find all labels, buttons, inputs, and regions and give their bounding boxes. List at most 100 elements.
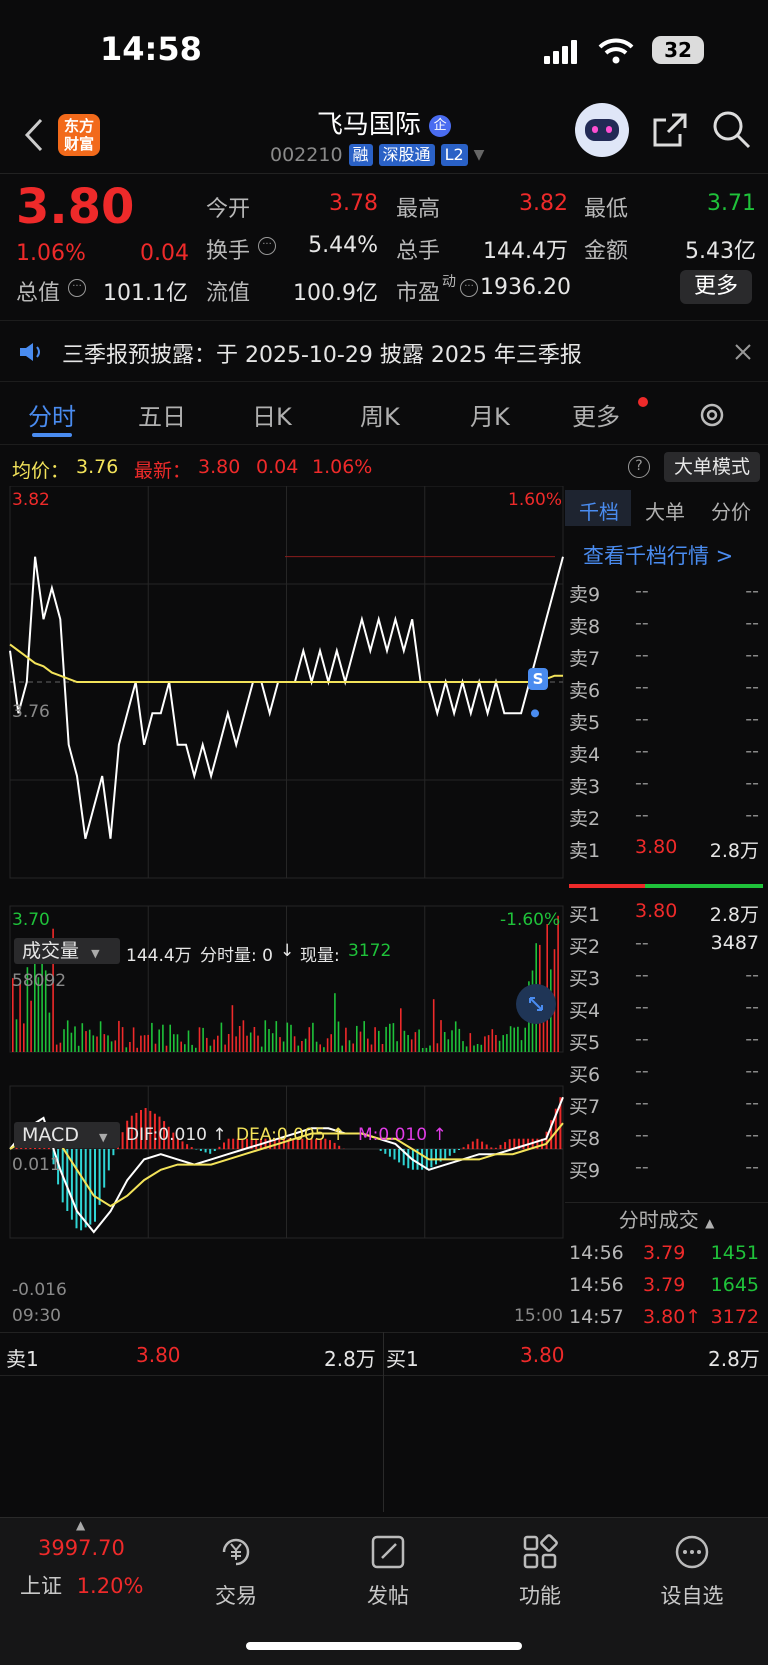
volume-bar [70, 1032, 73, 1052]
buy-level-row[interactable]: 买4 -- -- [569, 990, 765, 1024]
info-icon[interactable]: ··· [68, 279, 86, 297]
volume-bar [451, 1030, 453, 1052]
sell-level-row[interactable]: 卖5 -- -- [569, 702, 765, 736]
sell-level-row[interactable]: 卖3 -- -- [569, 766, 765, 800]
volume-bar [370, 1044, 373, 1052]
macd-histogram-bar [227, 1138, 230, 1150]
help-icon[interactable]: ? [628, 456, 650, 478]
share-icon[interactable] [652, 112, 688, 148]
more-button[interactable]: 更多 [680, 270, 752, 304]
sell-level-row[interactable]: 卖2 -- -- [569, 798, 765, 832]
close-icon[interactable] [734, 343, 752, 361]
level-volume: -- [745, 1092, 759, 1114]
buy-level-row[interactable]: 买1 3.80 2.8万 [569, 894, 765, 928]
macd-histogram-bar [494, 1147, 497, 1149]
nav-functions[interactable]: 功能 [480, 1532, 600, 1610]
buy-level-row[interactable]: 买3 -- -- [569, 958, 765, 992]
volume-bar [378, 1030, 380, 1052]
tick-trades-header[interactable]: 分时成交 ▲ [565, 1202, 768, 1236]
sell-level-row[interactable]: 卖7 -- -- [569, 638, 765, 672]
sell-level-row[interactable]: 卖6 -- -- [569, 670, 765, 704]
level-label: 卖2 [569, 808, 601, 830]
volume-bar [136, 1047, 138, 1052]
macd-histogram-bar [218, 1146, 221, 1150]
volume-bar [110, 1041, 113, 1052]
tab-daily[interactable]: 日K [252, 397, 292, 432]
view-depth-link[interactable]: 查看千档行情 > [583, 540, 733, 570]
intraday-chart[interactable] [0, 486, 565, 1326]
info-icon[interactable]: ··· [460, 279, 478, 297]
volume-bar [187, 1030, 190, 1052]
volume-bar [400, 1008, 402, 1052]
settings-gear-icon[interactable] [696, 399, 728, 431]
expand-icon[interactable] [516, 984, 556, 1024]
tab-more[interactable]: 更多 [572, 397, 620, 432]
volume-bar [301, 1041, 303, 1052]
volume-bar [315, 1041, 318, 1052]
tab-monthly[interactable]: 月K [470, 397, 510, 432]
stock-code-row[interactable]: 002210 融 深股通 L2 ▼ [270, 143, 484, 167]
sell-level-row[interactable]: 卖4 -- -- [569, 734, 765, 768]
latest-label: 最新： [134, 460, 192, 482]
trade-price: 3.79 [643, 1274, 686, 1296]
buy-level-row[interactable]: 买5 -- -- [569, 1022, 765, 1056]
volume-indicator-select[interactable]: 成交量 ▼ [14, 938, 120, 964]
info-icon[interactable]: ··· [258, 237, 276, 255]
volume-bar [224, 1044, 226, 1052]
tab-big-order[interactable]: 大单 [645, 496, 685, 525]
tab-price-dist[interactable]: 分价 [711, 496, 751, 525]
volume-bar [557, 915, 559, 1052]
macd-histogram-bar [388, 1149, 391, 1157]
volume-bar [246, 1035, 248, 1052]
sell-level-row[interactable]: 卖9 -- -- [569, 574, 765, 608]
macd-indicator-select[interactable]: MACD ▼ [14, 1122, 120, 1148]
sell-signal-marker[interactable]: S [528, 668, 548, 690]
volume-bar [385, 1026, 387, 1052]
battery-icon: 32 [652, 36, 704, 64]
volume-bar [469, 1033, 472, 1052]
volume-bar [293, 1036, 296, 1052]
volume-bar [509, 1026, 512, 1052]
index-ticker[interactable]: 3997.70 上证 1.20% [20, 1536, 160, 1600]
volume-bar [19, 983, 21, 1052]
level-label: 卖1 [569, 840, 601, 862]
tab-5day[interactable]: 五日 [138, 397, 186, 432]
volume-bar [319, 1044, 321, 1052]
nav-post[interactable]: 发帖 [328, 1532, 448, 1610]
macd-histogram-bar [75, 1149, 78, 1229]
sell-level-row[interactable]: 卖8 -- -- [569, 606, 765, 640]
level-volume: -- [745, 580, 759, 602]
buy-level-row[interactable]: 买2 -- 3487 [569, 926, 765, 960]
volume-bar [502, 1035, 504, 1052]
buy-level-row[interactable]: 买8 -- -- [569, 1118, 765, 1152]
buy-level-row[interactable]: 买9 -- -- [569, 1150, 765, 1184]
latest-pct: 1.06% [312, 456, 373, 478]
assistant-robot-icon[interactable] [575, 103, 629, 157]
big-order-mode-button[interactable]: 大单模式 [664, 452, 760, 482]
notice-bar[interactable]: 三季报预披露：于 2025-10-29 披露 2025 年三季报 [0, 320, 768, 382]
macd-histogram-bar [89, 1149, 92, 1225]
buy-level-row[interactable]: 买6 -- -- [569, 1054, 765, 1088]
sell-level-row[interactable]: 卖1 3.80 2.8万 [569, 830, 765, 864]
buy-level-row[interactable]: 买7 -- -- [569, 1086, 765, 1120]
volume-bar [154, 1043, 157, 1052]
macd-histogram-bar [448, 1149, 451, 1156]
total-value: 101.1亿 [103, 281, 188, 306]
volume-bar [96, 1036, 98, 1052]
volume-bar [282, 1041, 285, 1052]
volume-bar [337, 1021, 340, 1052]
tab-intraday[interactable]: 分时 [28, 397, 76, 432]
wifi-icon [598, 38, 634, 64]
tab-weekly[interactable]: 周K [360, 397, 400, 432]
volume-bar [341, 1045, 343, 1052]
search-icon[interactable] [712, 110, 752, 150]
sell-strength-bar [569, 884, 645, 888]
nav-trade[interactable]: 交易 [176, 1532, 296, 1610]
volume-bar [447, 1039, 450, 1052]
volume-bar [217, 1035, 219, 1052]
volume-bar [88, 1029, 91, 1052]
volume-bar [517, 1026, 519, 1052]
nav-add-watchlist[interactable]: 设自选 [632, 1532, 752, 1610]
tab-depth[interactable]: 千档 [579, 496, 619, 525]
macd-histogram-bar [490, 1147, 493, 1150]
